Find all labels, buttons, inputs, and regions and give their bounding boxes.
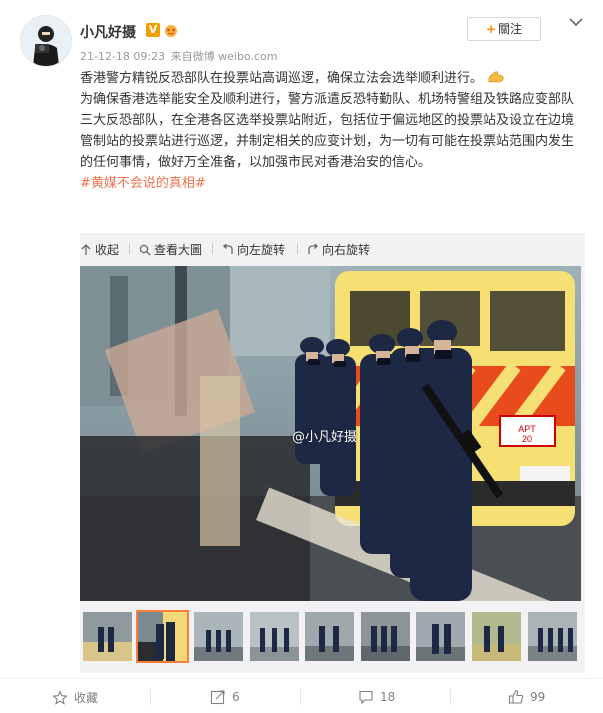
comment-count: 18 [380,690,396,704]
verified-badge-icon: V [146,23,160,37]
thumbnail[interactable] [305,612,354,661]
avatar-illustration [21,16,71,66]
thumbnail[interactable] [416,612,465,661]
hashtag-link[interactable]: #黄媒不会说的真相# [80,176,206,191]
view-large-button[interactable]: 查看大圖 [139,241,202,258]
like-count: 99 [530,690,546,704]
like-button[interactable]: 99 [508,689,545,705]
favorite-label: 收藏 [74,691,99,705]
thumbnail[interactable] [250,612,299,661]
post-text: 香港警方精锐反恐部队在投票站高调巡逻，确保立法会选举顺利进行。 为确保香港选举能… [80,68,585,194]
weibo-post-card: 小凡好摄 V 21-12-18 09:23 来自微博 weibo.com + 關注… [0,0,603,712]
photo-watermark: @小凡好摄 [292,430,358,445]
rotate-right-label: 向右旋转 [322,243,371,257]
post-text-body: 为确保香港选举能安全及顺利进行，警方派遣反恐特勤队、机场特警组及铁路应变部队三大… [80,92,575,170]
thumbnail[interactable] [83,612,132,661]
arrow-up-icon [81,243,91,255]
action-divider [150,689,151,705]
username[interactable]: 小凡好摄 [80,22,136,42]
post-text-headline: 香港警方精锐反恐部队在投票站高调巡逻，确保立法会选举顺利进行。 [80,71,484,86]
follow-label: 關注 [498,22,523,36]
rotate-left-label: 向左旋转 [237,243,286,257]
action-divider [300,689,301,705]
toolbar-divider [129,243,130,254]
post-timestamp[interactable]: 21-12-18 09:23 [80,50,165,63]
post-meta: 21-12-18 09:23 来自微博 weibo.com [80,48,279,64]
svg-text:20: 20 [522,434,532,444]
media-toolbar: 收起 查看大圖 向左旋转 向右旋转 [80,233,585,263]
collapse-button[interactable]: 收起 [80,241,119,258]
level-badge-icon [165,25,177,37]
avatar[interactable] [20,15,72,67]
rotate-left-icon [223,243,233,254]
magnifier-icon [139,244,151,255]
thumbnail-active[interactable] [136,610,189,663]
thumbs-up-icon [508,689,524,704]
view-large-label: 查看大圖 [154,243,203,257]
comment-button[interactable]: 18 [358,689,395,705]
thumbnail[interactable] [194,612,243,661]
collapse-label: 收起 [95,243,120,257]
repost-icon [210,690,225,705]
follow-button[interactable]: + 關注 [467,17,541,41]
media-viewer: 收起 查看大圖 向左旋转 向右旋转 APT 20 @小凡好摄 [80,233,585,673]
thumbnail[interactable] [528,612,577,661]
thumbnail[interactable] [361,612,410,661]
toolbar-divider [212,243,213,254]
action-bar: 收藏 6 18 99 [0,678,603,713]
favorite-button[interactable]: 收藏 [52,689,98,706]
repost-button[interactable]: 6 [210,689,240,705]
action-divider [450,689,451,705]
rotate-right-icon [308,243,318,254]
rotate-right-button[interactable]: 向右旋转 [307,241,370,258]
rotate-left-button[interactable]: 向左旋转 [222,241,285,258]
thumbnail-strip [80,610,585,666]
flexed-biceps-icon [488,71,504,83]
svg-text:APT: APT [518,424,536,434]
repost-count: 6 [232,690,240,704]
main-photo[interactable]: APT 20 @小凡好摄 [80,266,581,601]
toolbar-divider [297,243,298,254]
chevron-down-icon[interactable] [569,17,583,27]
plus-icon: + [485,22,497,36]
star-icon [52,689,68,705]
post-source[interactable]: 来自微博 weibo.com [171,50,278,63]
comment-icon [359,690,373,705]
thumbnail[interactable] [472,612,521,661]
